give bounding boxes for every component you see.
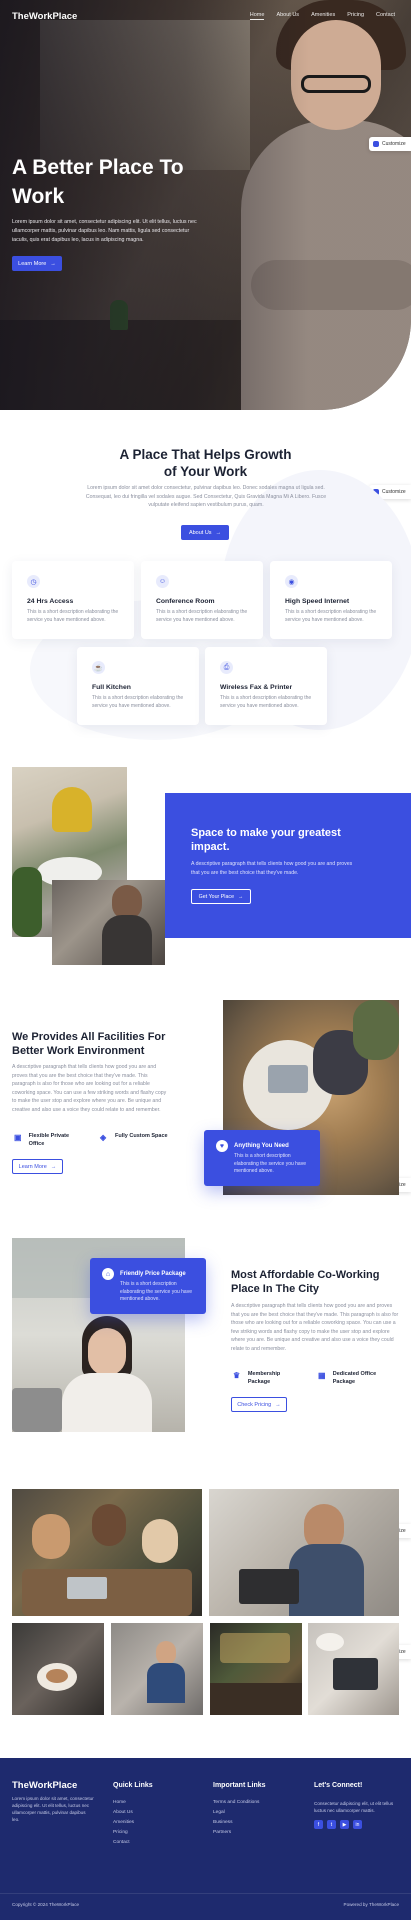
footer-divider [0,1893,411,1894]
get-your-place-button[interactable]: Get Your Place → [191,889,251,904]
facebook-icon[interactable]: f [314,1820,323,1829]
copyright: Copyright © 2024 TheWorkPlace [12,1902,80,1907]
intro-text: Lorem ipsum dolor sit amet dolor consect… [85,485,327,508]
footer-link-contact[interactable]: Contact [113,1840,130,1845]
heart-icon: ♥ [216,1140,228,1152]
anything-you-need-box: ♥ Anything You Need This is a short desc… [204,1130,320,1186]
nav-pricing[interactable]: Pricing [347,12,364,20]
arrow-right-icon: → [50,1163,57,1170]
footer-link-home[interactable]: Home [113,1800,126,1805]
youtube-icon[interactable]: ▶ [340,1820,349,1829]
check-pricing-button[interactable]: Check Pricing → [231,1397,287,1412]
wifi-icon: ◉ [285,575,298,588]
footer: TheWorkPlace Lorem ipsum dolor sit amet,… [0,1758,411,1920]
home-icon: ⌂ [102,1268,114,1280]
hero-text: Lorem ipsum dolor sit amet, consectetur … [12,219,197,243]
site-logo[interactable]: TheWorkPlace [12,11,77,22]
trophy-icon: ♛ [233,1371,241,1380]
footer-link-about[interactable]: About Us [113,1810,133,1815]
nav-contact[interactable]: Contact [376,12,395,20]
quick-links-heading: Quick Links [113,1782,153,1789]
linkedin-icon[interactable]: in [353,1820,362,1829]
people-working-photo [52,880,165,965]
powered-by: Powered by TheWorkPlace [343,1902,400,1907]
facilities-text: A descriptive paragraph that tells clien… [12,1064,167,1113]
desk-icon: ▦ [318,1371,326,1380]
nav-home[interactable]: Home [249,12,265,20]
pricing-text: A descriptive paragraph that tells clien… [231,1303,399,1352]
palette-icon [373,141,379,147]
feature-card: ☕ Full Kitchen This is a short descripti… [77,647,199,725]
nav-amenities[interactable]: Amenities [311,12,335,20]
gallery-team-meeting-photo [12,1489,202,1616]
main-nav: Home About Us Amenities Pricing Contact [249,12,395,20]
people-icon: ☺ [156,575,169,588]
arrow-right-icon: → [275,1401,281,1408]
footer-link-business[interactable]: Business [213,1820,232,1825]
facilities-title: We Provides All Facilities For Better Wo… [12,1031,166,1057]
feature-card: ⎙ Wireless Fax & Printer This is a short… [205,647,327,725]
gallery-cafe-photo [210,1623,302,1715]
pricing-item: ▦ Dedicated Office Package [318,1371,377,1385]
gallery-coffee-photo [12,1623,104,1715]
impact-title: Space to make your greatest impact. [191,827,341,853]
hero-learn-more-button[interactable]: Learn More → [12,256,62,271]
friendly-price-box: ⌂ Friendly Price Package This is a short… [90,1258,206,1314]
briefcase-icon: ▣ [14,1133,22,1142]
hero-title: A Better Place To Work [12,156,184,208]
facility-item: ◈ Fully Custom Space [100,1133,168,1142]
feature-card: ◷ 24 Hrs Access This is a short descript… [12,561,134,639]
pricing-item: ♛ Membership Package [233,1371,281,1385]
footer-link-pricing[interactable]: Pricing [113,1830,128,1835]
connect-heading: Let's Connect! [314,1782,363,1789]
footer-description: Lorem ipsum dolor sit amet, consectetur … [12,1796,94,1822]
connect-text: Consectetur adipiscing elit, ut elit tel… [314,1801,394,1813]
feature-card: ◉ High Speed Internet This is a short de… [270,561,392,639]
feature-card: ☺ Conference Room This is a short descri… [141,561,263,639]
footer-logo[interactable]: TheWorkPlace [12,1780,77,1791]
arrow-right-icon: → [50,260,56,267]
important-links-heading: Important Links [213,1782,266,1789]
arrow-right-icon: → [238,893,244,900]
nav-about[interactable]: About Us [276,12,299,20]
cup-icon: ☕ [92,661,105,674]
about-us-button[interactable]: About Us → [181,525,229,540]
footer-link-amenities[interactable]: Amenities [113,1820,134,1825]
layers-icon: ◈ [100,1133,107,1142]
arrow-right-icon: → [215,529,222,536]
gallery-man-desk-photo [111,1623,203,1715]
facilities-learn-more-button[interactable]: Learn More → [12,1159,63,1174]
printer-icon: ⎙ [220,661,233,674]
footer-link-legal[interactable]: Legal [213,1810,225,1815]
footer-link-partners[interactable]: Partners [213,1830,231,1835]
footer-link-terms[interactable]: Terms and Conditions [213,1800,259,1805]
intro-title: A Place That Helps Growth of Your Work [119,447,292,479]
gallery-tablet-photo [308,1623,399,1715]
facility-item: ▣ Flexible Private Office [14,1133,70,1147]
clock-icon: ◷ [27,575,40,588]
pricing-title: Most Affordable Co-Working Place In The … [231,1269,380,1295]
twitter-icon[interactable]: t [327,1820,336,1829]
impact-text: A descriptive paragraph that tells clien… [191,861,353,876]
gallery-man-laptop-photo [209,1489,399,1616]
customize-button[interactable]: Customize [369,137,411,151]
